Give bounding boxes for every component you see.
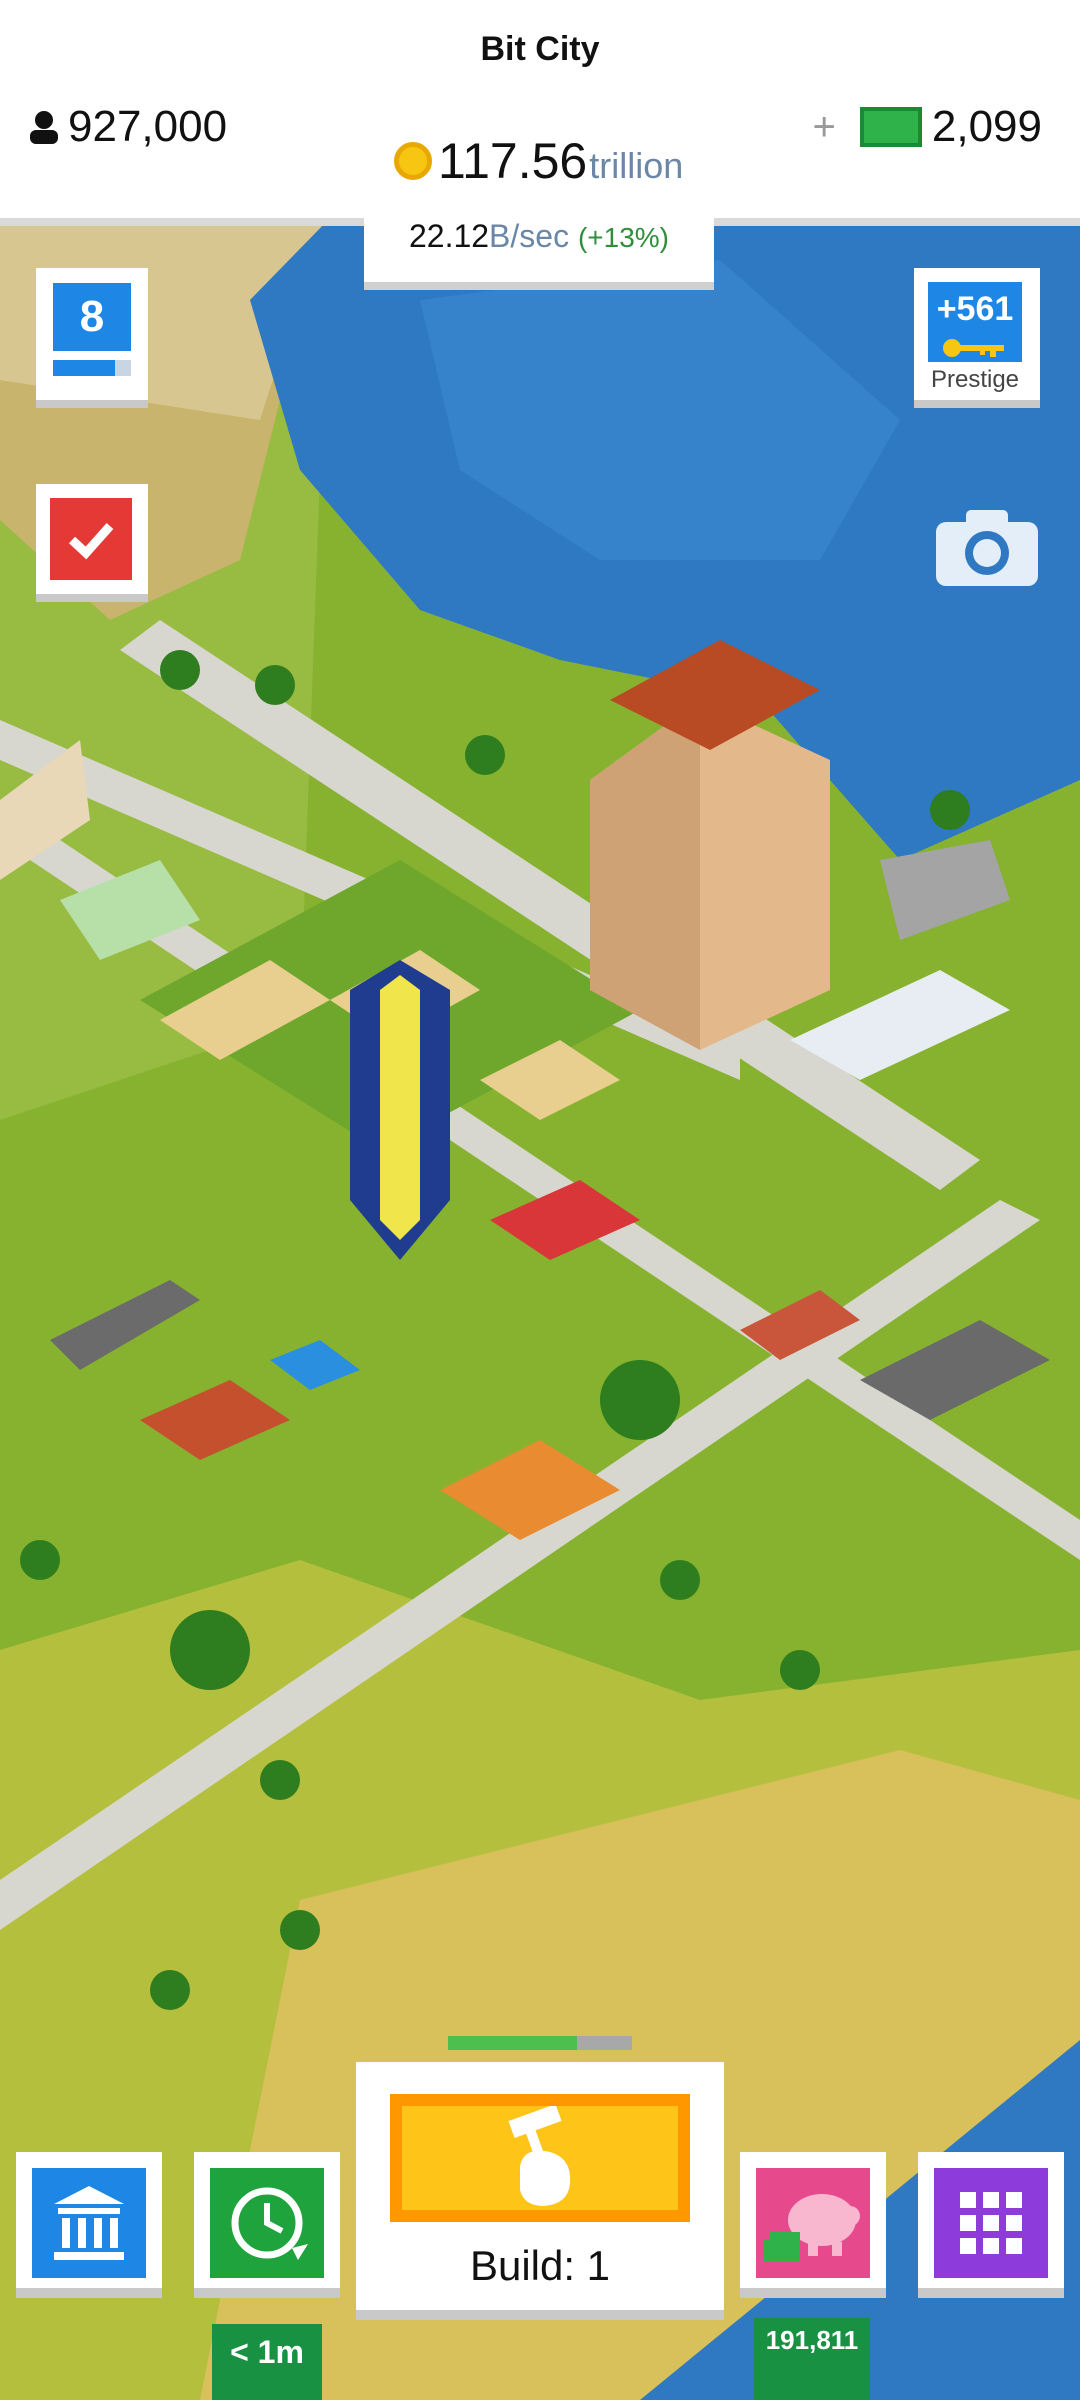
prestige-reward: +561 [936,290,1014,328]
level-number: 8 [53,283,131,351]
coin-panel: 117.56 trillion 22.12B/sec (+13%) [364,120,714,290]
prestige-badge: +561 [928,282,1022,362]
person-icon [30,111,58,144]
tasks-button[interactable] [36,484,148,602]
bank-badge [32,2168,146,2278]
cash-icon [859,107,922,147]
bank-icon [54,2186,124,2260]
clock-refresh-icon [231,2187,308,2260]
level-button[interactable]: 8 [36,268,148,408]
menu-badge [934,2168,1048,2278]
menu-button[interactable] [918,2152,1064,2298]
build-progress-fill [448,2036,577,2050]
piggy-bank-button[interactable] [740,2152,886,2298]
income-bonus: (+13%) [577,222,670,253]
cash-value: 2,099 [931,102,1042,151]
piggy-bank-count: 191,811 [754,2318,870,2400]
population-display: 927,000 [26,102,227,152]
cash-display[interactable]: + 2,099 [813,102,1042,152]
boost-badge [210,2168,324,2278]
boost-button[interactable] [194,2152,340,2298]
level-progress [53,360,131,376]
coin-value: 117.56 [438,133,588,189]
coin-row: 117.56 trillion [394,132,683,190]
income-value: 22.12 [408,218,490,254]
hammer-hand-icon [508,2103,571,2206]
bank-button[interactable] [16,2152,162,2298]
piggy-badge [756,2168,870,2278]
build-label: Build: 1 [469,2242,611,2289]
cash-plus[interactable]: + [813,105,836,150]
boost-timer: < 1m [212,2324,322,2400]
prestige-label: Prestige [930,366,1020,393]
grid-menu-icon [960,2192,1022,2254]
camera-icon[interactable] [936,508,1038,586]
checkmark-icon [68,523,114,560]
coin-unit: trillion [589,145,684,186]
income-unit: B/sec [489,218,570,254]
population-value: 927,000 [68,102,228,151]
coin-icon [394,142,432,180]
task-box [50,498,132,580]
income-rate: 22.12B/sec (+13%) [364,218,714,255]
build-action [390,2094,690,2222]
build-button[interactable]: Build: 1 [356,2062,724,2320]
piggy-bank-icon [764,2194,860,2262]
key-icon [943,339,1004,357]
prestige-button[interactable]: +561 Prestige [914,268,1040,408]
level-progress-fill [53,360,116,376]
build-progress [448,2036,632,2050]
city-title: Bit City [480,30,600,68]
